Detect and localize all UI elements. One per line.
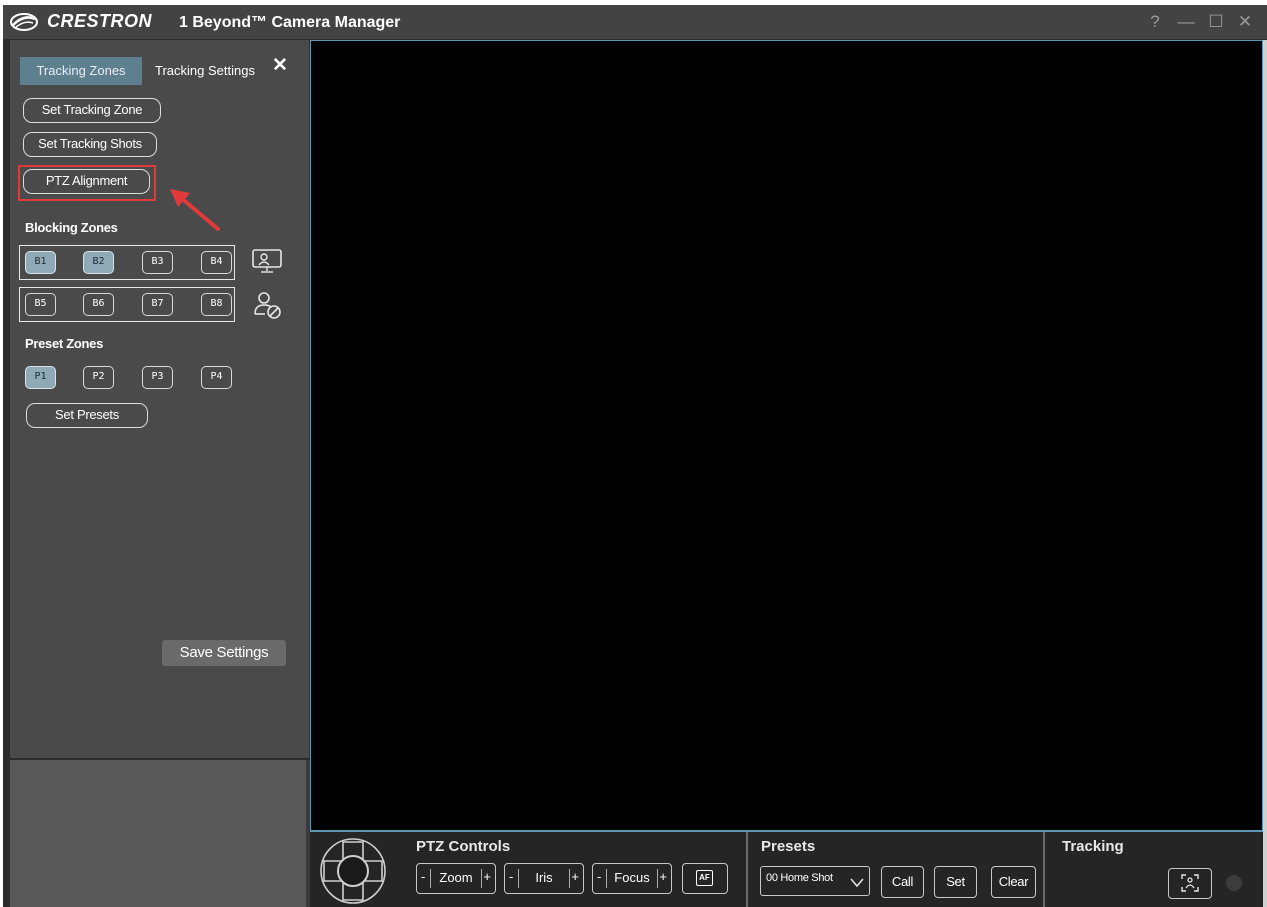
close-panel-button[interactable]: ✕ (272, 54, 288, 77)
preset-clear-button[interactable]: Clear (991, 866, 1036, 898)
preset-zone-p2[interactable]: P2 (83, 366, 114, 389)
autofocus-button[interactable]: AF (682, 863, 728, 894)
left-lower-area (10, 760, 306, 907)
preset-zone-p4[interactable]: P4 (201, 366, 232, 389)
bar-divider-2 (1043, 832, 1045, 907)
blocking-zones-row-2: B5 B6 B7 B8 (19, 287, 235, 322)
blocking-zone-b7[interactable]: B7 (142, 293, 173, 316)
close-window-button[interactable]: ✕ (1233, 10, 1257, 34)
camera-video-view[interactable] (310, 40, 1263, 831)
zoom-separator-right (481, 869, 482, 888)
preset-select[interactable]: 00 Home Shot (760, 866, 870, 896)
minimize-button[interactable]: — (1174, 10, 1198, 34)
blocking-zones-row-1: B1 B2 B3 B4 (19, 245, 235, 280)
iris-control: - Iris + (504, 863, 584, 894)
chevron-down-icon (850, 878, 864, 888)
preset-zone-p3[interactable]: P3 (142, 366, 173, 389)
zoom-control: - Zoom + (416, 863, 496, 894)
focus-control: - Focus + (592, 863, 672, 894)
focus-separator-right (657, 869, 658, 888)
bottom-control-bar: PTZ Controls - Zoom + - Iris + - Focus +… (310, 831, 1263, 907)
bar-divider-1 (746, 832, 748, 907)
set-tracking-zone-button[interactable]: Set Tracking Zone (23, 98, 161, 123)
tracking-frame-icon (1181, 874, 1199, 892)
tracking-title: Tracking (1062, 838, 1124, 855)
blocking-zone-b4[interactable]: B4 (201, 251, 232, 274)
preset-zones-label: Preset Zones (25, 336, 104, 351)
app-title: 1 Beyond™ Camera Manager (179, 14, 401, 31)
focus-far-button[interactable]: + (659, 869, 667, 884)
blocking-zone-b6[interactable]: B6 (83, 293, 114, 316)
tracking-panel: Tracking Zones Tracking Settings ✕ Set T… (10, 40, 310, 758)
iris-separator-right (569, 869, 570, 888)
ptz-controls-title: PTZ Controls (416, 838, 511, 855)
blocking-zone-b8[interactable]: B8 (201, 293, 232, 316)
help-button[interactable]: ? (1143, 10, 1167, 34)
tab-tracking-zones[interactable]: Tracking Zones (20, 57, 142, 85)
blocking-zones-label: Blocking Zones (25, 220, 118, 235)
presenter-screen-icon[interactable] (251, 248, 283, 274)
tracking-toggle-button[interactable] (1168, 868, 1212, 899)
ptz-alignment-button[interactable]: PTZ Alignment (23, 169, 150, 194)
tracking-status-indicator (1226, 875, 1242, 891)
iris-open-button[interactable]: + (571, 869, 579, 884)
camera-manager-window: CRESTRON 1 Beyond™ Camera Manager ? — ☐ … (3, 5, 1267, 907)
ptz-joystick[interactable] (319, 837, 387, 905)
preset-set-button[interactable]: Set (934, 866, 977, 898)
block-person-icon[interactable] (253, 290, 283, 320)
zoom-in-button[interactable]: + (483, 869, 491, 884)
preset-select-value: 00 Home Shot (766, 872, 833, 884)
brand-name: CRESTRON (47, 11, 153, 31)
blocking-zone-b5[interactable]: B5 (25, 293, 56, 316)
blocking-zone-b3[interactable]: B3 (142, 251, 173, 274)
blocking-zone-b1[interactable]: B1 (25, 251, 56, 274)
tab-tracking-settings[interactable]: Tracking Settings (150, 57, 260, 85)
autofocus-icon: AF (696, 870, 713, 886)
right-edge-rail (1263, 40, 1267, 907)
red-arrow-annotation (170, 189, 220, 231)
set-presets-button[interactable]: Set Presets (26, 403, 148, 428)
title-bar: CRESTRON 1 Beyond™ Camera Manager ? — ☐ … (3, 5, 1267, 39)
blocking-zone-b2[interactable]: B2 (83, 251, 114, 274)
set-tracking-shots-button[interactable]: Set Tracking Shots (23, 132, 157, 157)
save-settings-button[interactable]: Save Settings (162, 640, 286, 666)
crestron-logo-icon (10, 13, 38, 31)
preset-zone-p1[interactable]: P1 (25, 366, 56, 389)
maximize-button[interactable]: ☐ (1204, 10, 1228, 34)
preset-call-button[interactable]: Call (881, 866, 924, 898)
presets-title: Presets (761, 838, 816, 855)
